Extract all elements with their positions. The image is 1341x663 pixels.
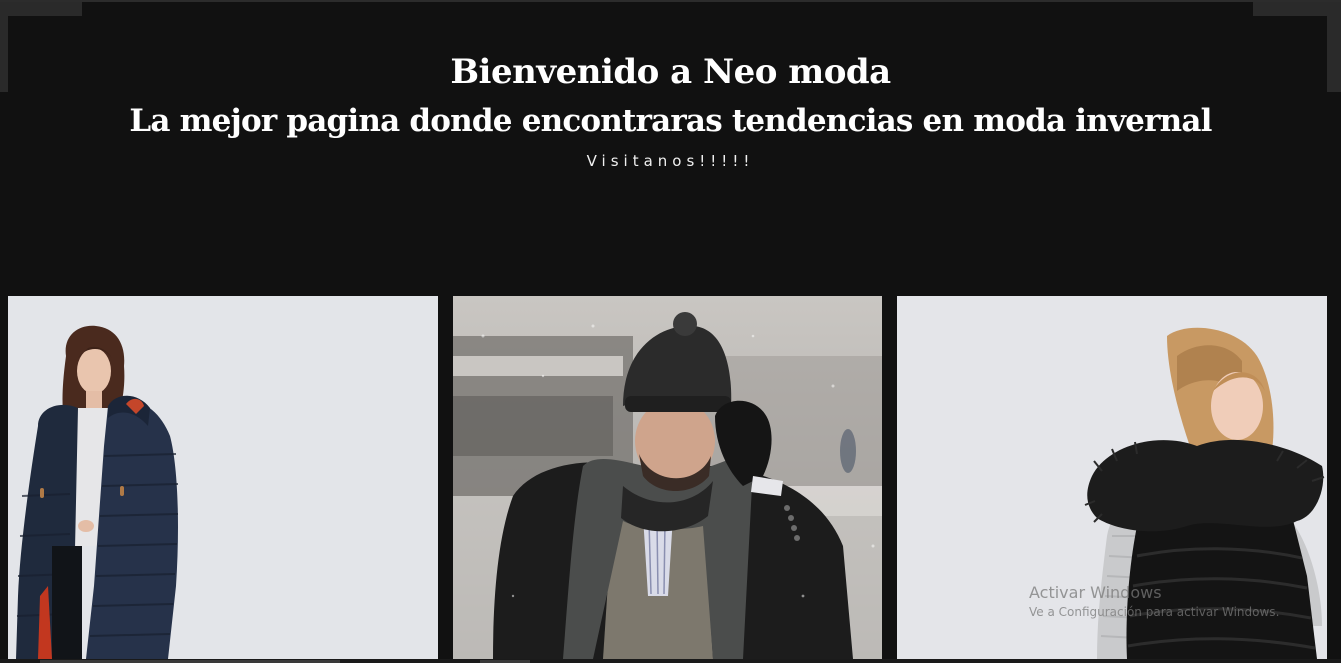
man-beanie-image [453, 296, 882, 659]
top-edge [0, 0, 1341, 2]
woman-fur-vest-image [897, 296, 1327, 659]
hero-subtitle: La mejor pagina donde encontraras tenden… [129, 103, 1212, 139]
hero-title: Bienvenido a Neo moda [450, 52, 891, 92]
left-edge-cap [8, 2, 82, 16]
page: Bienvenido a Neo moda La mejor pagina do… [0, 0, 1341, 663]
gallery-image-woman-fur-vest[interactable] [897, 296, 1327, 659]
woman-parka-image [8, 296, 438, 659]
product-gallery [0, 296, 1341, 663]
visit-text: Visitanos!!!!! [586, 152, 755, 170]
gallery-image-man-beanie[interactable] [453, 296, 882, 659]
gallery-image-woman-parka[interactable] [8, 296, 438, 659]
right-edge-cap [1253, 2, 1327, 16]
